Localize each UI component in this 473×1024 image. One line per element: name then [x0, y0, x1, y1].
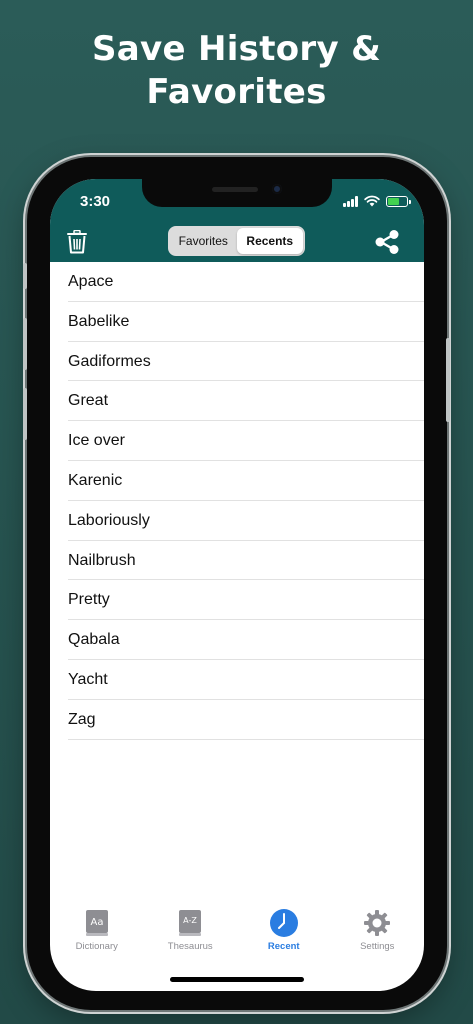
list-item[interactable]: Qabala — [50, 620, 424, 660]
phone-volume-down — [23, 388, 27, 440]
dictionary-icon: Aa — [85, 910, 108, 936]
gear-icon — [364, 910, 391, 936]
wifi-icon — [364, 195, 380, 207]
cellular-signal-icon — [343, 195, 358, 207]
tab-dictionary[interactable]: Aa Dictionary — [57, 909, 137, 952]
tab-settings-label: Settings — [360, 941, 395, 952]
tab-bar: Aa Dictionary A-Z Thesaurus Recent Setti… — [50, 909, 424, 964]
list-item[interactable]: Pretty — [50, 580, 424, 620]
svg-text:Aa: Aa — [90, 917, 103, 928]
list-item[interactable]: Apace — [50, 262, 424, 302]
phone-screen: 3:30 Favorites Recents Apace Babelike Ga… — [50, 179, 424, 991]
status-time: 3:30 — [80, 193, 111, 210]
tab-settings[interactable]: Settings — [337, 909, 417, 952]
home-indicator[interactable] — [170, 977, 304, 982]
phone-volume-up — [23, 318, 27, 370]
list-item[interactable]: Nailbrush — [50, 541, 424, 581]
list-item[interactable]: Ice over — [50, 421, 424, 461]
tab-recent[interactable]: Recent — [244, 909, 324, 952]
front-camera — [272, 184, 282, 194]
favorites-recents-segmented-control: Favorites Recents — [168, 226, 305, 256]
clock-icon — [269, 909, 298, 937]
status-icons — [343, 194, 411, 208]
tab-recent-label: Recent — [267, 941, 300, 952]
svg-text:A-Z: A-Z — [183, 916, 197, 925]
list-item[interactable]: Laboriously — [50, 501, 424, 541]
segment-recents[interactable]: Recents — [236, 228, 303, 254]
battery-icon — [386, 195, 411, 207]
list-item[interactable]: Karenic — [50, 461, 424, 501]
list-item[interactable]: Babelike — [50, 302, 424, 342]
navigation-header: 3:30 Favorites Recents — [50, 179, 424, 262]
phone-power-button — [446, 338, 450, 422]
recents-list: Apace Babelike Gadiformes Great Ice over… — [50, 262, 424, 740]
speaker-grille — [212, 187, 258, 192]
headline-line-1: Save History & — [91, 29, 382, 69]
promo-headline: Save History & Favorites — [0, 28, 473, 114]
list-item[interactable]: Gadiformes — [50, 342, 424, 382]
trash-icon[interactable] — [66, 230, 88, 254]
share-icon[interactable] — [374, 229, 400, 255]
tab-thesaurus-label: Thesaurus — [167, 941, 213, 952]
tab-dictionary-label: Dictionary — [75, 941, 118, 952]
segment-favorites[interactable]: Favorites — [170, 228, 237, 254]
list-item[interactable]: Great — [50, 381, 424, 421]
tab-thesaurus[interactable]: A-Z Thesaurus — [150, 909, 230, 952]
headline-line-2: Favorites — [146, 72, 327, 112]
notch — [142, 179, 332, 207]
phone-silent-switch — [23, 263, 27, 289]
list-item[interactable]: Yacht — [50, 660, 424, 700]
list-item[interactable]: Zag — [50, 700, 424, 740]
thesaurus-icon: A-Z — [179, 910, 202, 936]
